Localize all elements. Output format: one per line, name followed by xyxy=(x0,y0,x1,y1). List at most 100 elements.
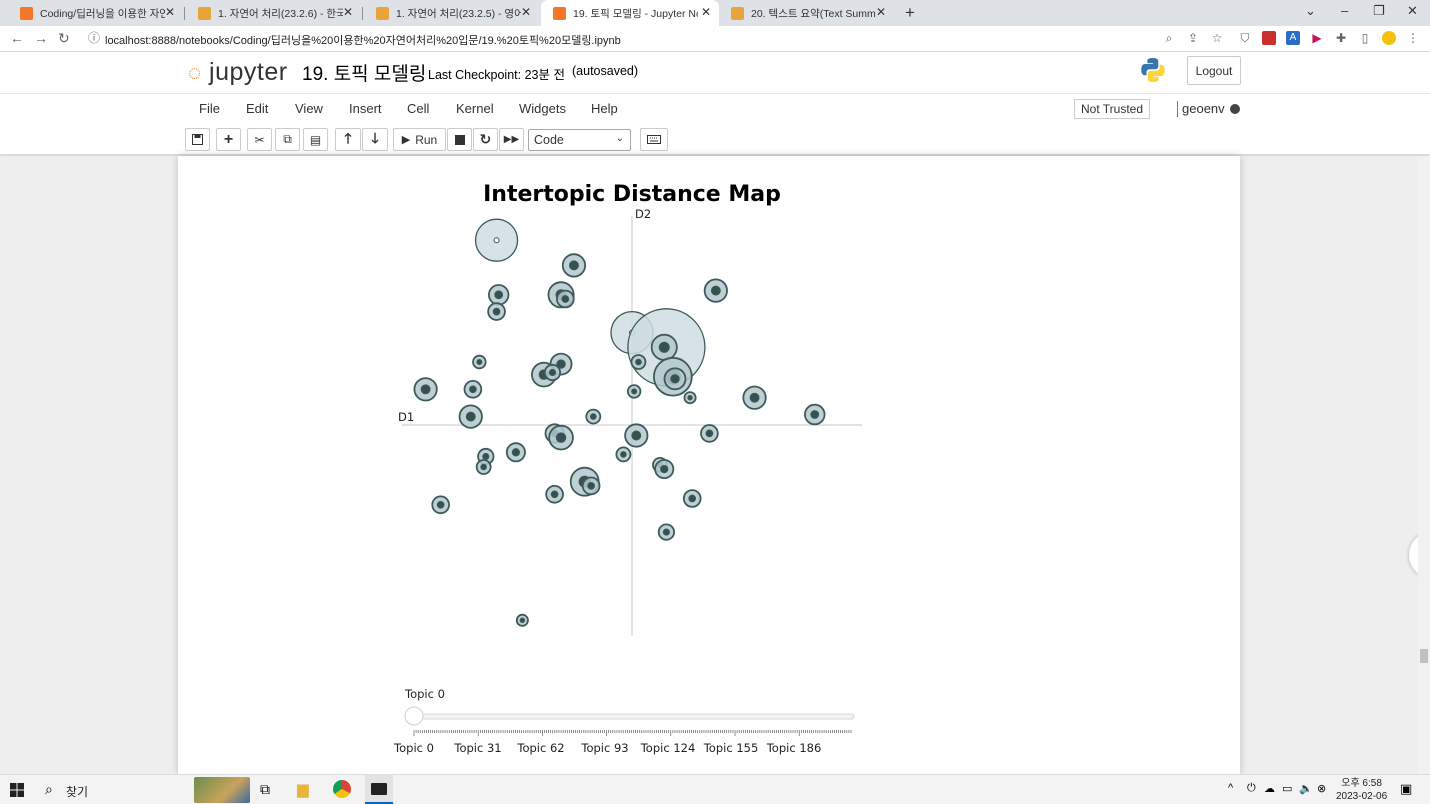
slider-track[interactable] xyxy=(413,713,855,720)
cell-type-select[interactable]: Code ⌄ xyxy=(528,129,631,151)
new-tab-button[interactable]: + xyxy=(905,3,915,23)
slider-tick-label: Topic 62 xyxy=(516,741,564,755)
copy-button[interactable]: ⧉ xyxy=(275,128,300,151)
slider-tick-label: Topic 31 xyxy=(453,741,501,755)
topic-bubble-center xyxy=(492,307,501,316)
slider-current-label: Topic 0 xyxy=(404,687,445,701)
url-field[interactable]: localhost:8888/notebooks/Coding/딥러닝을%20이… xyxy=(105,32,621,48)
tab-search-icon[interactable]: ⌄ xyxy=(1305,3,1316,19)
tab-close-icon[interactable]: ✕ xyxy=(165,5,175,19)
topic-bubble-center xyxy=(469,385,477,394)
topic-bubble-center xyxy=(590,413,597,420)
menu-insert[interactable]: Insert xyxy=(349,101,382,116)
browser-tab[interactable]: Coding/딥러닝을 이용한 자연어 ✕ xyxy=(8,0,183,26)
menu-cell[interactable]: Cell xyxy=(407,101,429,116)
zoom-icon[interactable]: ⌕ xyxy=(1162,31,1176,45)
extension-shield-icon[interactable]: ⛉ xyxy=(1238,31,1252,45)
tray-display-icon[interactable]: ▭ xyxy=(1282,782,1292,795)
extension-play-icon[interactable]: ▶ xyxy=(1310,31,1324,45)
restore-icon[interactable]: ❐ xyxy=(1373,3,1385,19)
tray-volume-icon[interactable]: 🔈 xyxy=(1299,782,1313,795)
paste-button[interactable]: ▤ xyxy=(303,128,328,151)
slider-tick-label: Topic 0 xyxy=(393,741,434,755)
tab-close-icon[interactable]: ✕ xyxy=(521,5,531,19)
topic-bubble-center xyxy=(810,410,820,419)
windows-start-icon[interactable] xyxy=(10,783,24,797)
back-icon[interactable]: ← xyxy=(10,30,24,46)
move-down-button[interactable]: 🡓 xyxy=(362,128,388,151)
tray-usb-icon[interactable]: ⏻ xyxy=(1247,782,1256,795)
restart-run-all-button[interactable]: ▶▶ xyxy=(499,128,524,151)
menu-widgets[interactable]: Widgets xyxy=(519,101,566,116)
jupyter-logo[interactable]: ◌ jupyter xyxy=(188,58,288,87)
cut-button[interactable]: ✂ xyxy=(247,128,272,151)
tab-title: 1. 자연어 처리(23.2.5) - 영어 - J xyxy=(396,7,521,20)
file-explorer-icon[interactable]: ▆ xyxy=(297,780,309,798)
windows-taskbar: ⌕ 찾기 ⧉ ▆ ^ ⏻ ☁ ▭ 🔈 ⊗ 오후 6:58 2023-02-06 … xyxy=(0,774,1430,804)
terminal-app-button[interactable] xyxy=(365,775,393,804)
chrome-icon[interactable] xyxy=(333,780,351,798)
tray-network-icon[interactable]: ☁ xyxy=(1264,782,1275,795)
browser-tab[interactable]: 1. 자연어 처리(23.2.6) - 한국어 ✕ xyxy=(186,0,361,26)
reload-icon[interactable]: ↻ xyxy=(58,30,70,47)
intertopic-distance-map[interactable]: Intertopic Distance Map D2 D1 Topic 0 To… xyxy=(178,156,1240,774)
minimize-icon[interactable]: – xyxy=(1341,3,1348,18)
browser-menu-icon[interactable]: ⋮ xyxy=(1406,31,1420,45)
tab-close-icon[interactable]: ✕ xyxy=(876,5,886,19)
taskbar-search[interactable]: 찾기 xyxy=(66,783,88,800)
tab-favicon-icon xyxy=(731,6,744,20)
menu-file[interactable]: File xyxy=(199,101,220,116)
topic-bubbles xyxy=(413,218,826,627)
menu-edit[interactable]: Edit xyxy=(246,101,268,116)
menu-kernel[interactable]: Kernel xyxy=(456,101,494,116)
task-view-icon[interactable]: ⧉ xyxy=(260,781,270,798)
menu-view[interactable]: View xyxy=(295,101,323,116)
save-button[interactable] xyxy=(185,128,210,151)
slider-tick-label: Topic 93 xyxy=(580,741,628,755)
page-scrollbar[interactable] xyxy=(1418,156,1430,774)
tab-title: 1. 자연어 처리(23.2.6) - 한국어 xyxy=(218,7,343,20)
move-up-button[interactable]: 🡑 xyxy=(335,128,361,151)
restart-button[interactable]: ↻ xyxy=(473,128,498,151)
tray-chevron-icon[interactable]: ^ xyxy=(1228,782,1233,794)
topic-bubble-center xyxy=(662,528,670,536)
share-icon[interactable]: ⇪ xyxy=(1186,31,1200,45)
taskbar-clock[interactable]: 오후 6:58 2023-02-06 xyxy=(1336,777,1387,803)
site-info-icon[interactable]: ⓘ xyxy=(87,31,101,45)
forward-icon[interactable]: → xyxy=(34,30,48,46)
tray-mute-icon[interactable]: ⊗ xyxy=(1317,782,1326,795)
logout-button[interactable]: Logout xyxy=(1187,56,1241,85)
browser-tab[interactable]: 20. 텍스트 요약(Text Summariza✕ xyxy=(719,0,894,26)
scrollbar-thumb[interactable] xyxy=(1420,649,1428,663)
play-icon: ▶ xyxy=(401,134,411,146)
search-icon[interactable]: ⌕ xyxy=(45,781,53,798)
tab-close-icon[interactable]: ✕ xyxy=(343,5,353,19)
cell-type-value: Code xyxy=(534,133,564,147)
notebook-name[interactable]: 19. 토픽 모델링 xyxy=(302,59,426,86)
tab-favicon-icon xyxy=(553,6,566,20)
side-panel-icon[interactable]: ▯ xyxy=(1358,31,1372,45)
extensions-puzzle-icon[interactable]: ✚ xyxy=(1334,31,1348,45)
close-window-icon[interactable]: ✕ xyxy=(1407,3,1418,19)
tab-close-icon[interactable]: ✕ xyxy=(701,5,711,19)
notification-icon[interactable]: ▣ xyxy=(1400,781,1412,797)
extension-red-icon[interactable] xyxy=(1262,31,1276,45)
browser-tab[interactable]: 1. 자연어 처리(23.2.5) - 영어 - J✕ xyxy=(364,0,539,26)
not-trusted-button[interactable]: Not Trusted xyxy=(1074,99,1151,119)
extension-translate-icon[interactable]: A xyxy=(1286,31,1300,45)
command-palette-button[interactable] xyxy=(640,128,668,151)
jupyter-swirl-icon: ◌ xyxy=(188,60,202,85)
notebook-area: Intertopic Distance Map D2 D1 Topic 0 To… xyxy=(0,156,1430,774)
menu-help[interactable]: Help xyxy=(591,101,618,116)
topic-bubble-center xyxy=(493,237,500,244)
bookmark-star-icon[interactable]: ☆ xyxy=(1210,31,1224,45)
run-button[interactable]: ▶ Run xyxy=(393,128,446,151)
slider-handle[interactable] xyxy=(404,706,424,726)
insert-cell-button[interactable]: + xyxy=(216,128,241,151)
restart-icon: ↻ xyxy=(479,131,492,147)
profile-avatar-icon[interactable] xyxy=(1382,31,1396,45)
tab-title: Coding/딥러닝을 이용한 자연어 xyxy=(40,7,165,20)
interrupt-button[interactable] xyxy=(447,128,472,151)
browser-tab[interactable]: 19. 토픽 모델링 - Jupyter Notek✕ xyxy=(541,0,719,26)
kernel-name[interactable]: geoenv xyxy=(1182,101,1225,116)
